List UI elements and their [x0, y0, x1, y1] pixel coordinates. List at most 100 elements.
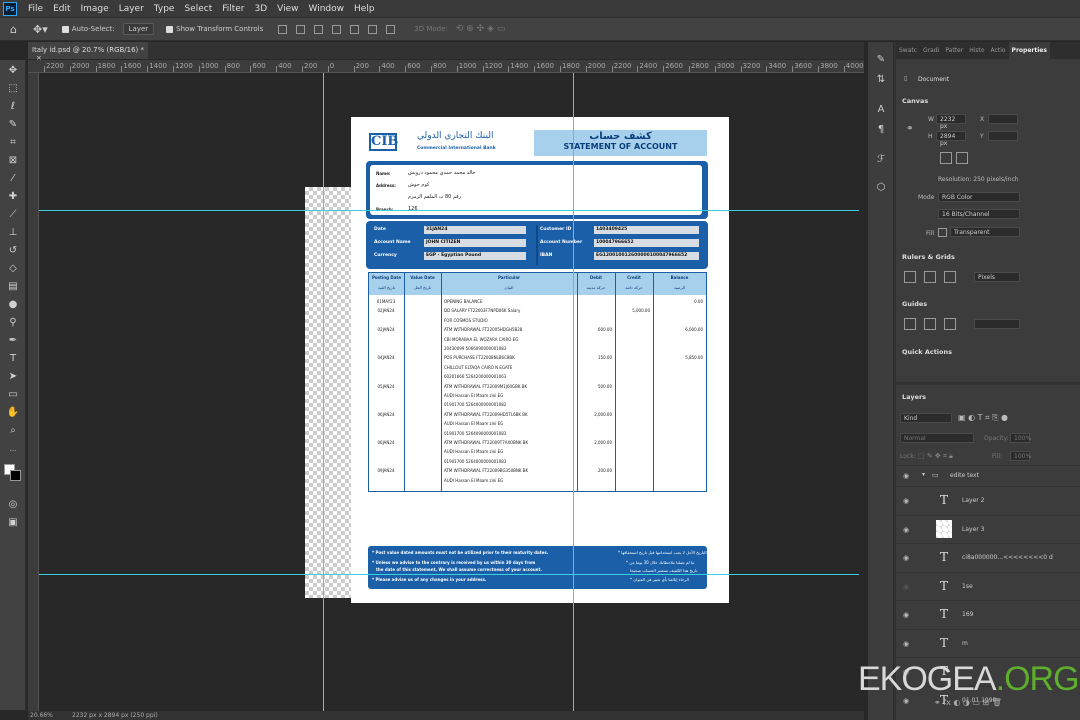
chevron-down-icon[interactable]: ▾: [922, 471, 925, 478]
marquee-tool-icon[interactable]: ⬚: [6, 82, 20, 96]
menu-view[interactable]: View: [272, 4, 303, 14]
canvas-section[interactable]: Canvas: [902, 97, 928, 105]
3d-tools-icon[interactable]: ⟲ ⊕ ✣ ◈ ▭: [456, 24, 506, 34]
menu-type[interactable]: Type: [149, 4, 180, 14]
guide-vertical[interactable]: [573, 73, 574, 711]
blur-tool-icon[interactable]: ●: [6, 298, 20, 312]
mode-dropdown[interactable]: RGB Color: [938, 192, 1020, 202]
zoom-level[interactable]: 20.66%: [30, 712, 53, 719]
screen-mode-icon[interactable]: ▣: [6, 516, 20, 530]
zoom-tool-icon[interactable]: ⌕: [6, 424, 20, 438]
lasso-tool-icon[interactable]: ℓ: [6, 100, 20, 114]
opacity-input[interactable]: 100%: [1010, 433, 1031, 443]
fill-opacity-input[interactable]: 100%: [1010, 451, 1031, 461]
rulers-grids-section[interactable]: Rulers & Grids: [902, 253, 955, 261]
guide-style-dropdown[interactable]: [974, 319, 1020, 329]
guide-horizontal[interactable]: [39, 574, 859, 575]
fill-dropdown[interactable]: Transparent: [950, 227, 1020, 237]
canvas-area[interactable]: CIB البنك التجاري الدولي Commercial Inte…: [39, 73, 859, 711]
guide-vertical[interactable]: [323, 73, 324, 711]
guide-horizontal[interactable]: [39, 210, 859, 211]
smart-guides-icon[interactable]: [924, 318, 936, 330]
character-icon[interactable]: A: [875, 104, 887, 116]
menu-filter[interactable]: Filter: [217, 4, 249, 14]
visibility-eye-icon[interactable]: ◉: [903, 472, 911, 480]
tab-gradients[interactable]: Gradi: [920, 42, 942, 59]
align-center-icon[interactable]: [350, 24, 360, 34]
tab-history[interactable]: Histo: [966, 42, 987, 59]
layer-row[interactable]: ◉ T 1se: [896, 571, 1080, 600]
layer-row[interactable]: ◉ Tm: [896, 628, 1080, 657]
auto-select-checkbox[interactable]: [61, 25, 69, 33]
eraser-tool-icon[interactable]: ◇: [6, 262, 20, 276]
grid-toggle-icon[interactable]: [924, 271, 936, 283]
menu-window[interactable]: Window: [304, 4, 350, 14]
blend-mode-dropdown[interactable]: Normal: [900, 433, 974, 443]
brush-settings-icon[interactable]: ✎: [875, 54, 887, 66]
guides-toggle-icon[interactable]: [904, 318, 916, 330]
guides-section[interactable]: Guides: [902, 300, 927, 308]
menu-help[interactable]: Help: [349, 4, 380, 14]
stamp-tool-icon[interactable]: ⊥: [6, 226, 20, 240]
visibility-eye-icon[interactable]: ◉: [903, 554, 911, 562]
eyedropper-tool-icon[interactable]: ⁄: [6, 172, 20, 186]
layer-row[interactable]: ◉ Layer 3: [896, 514, 1080, 543]
layer-row[interactable]: ◉ T 169: [896, 600, 1080, 628]
menu-image[interactable]: Image: [76, 4, 114, 14]
layers-title[interactable]: Layers: [902, 393, 926, 401]
visibility-eye-icon[interactable]: ◉: [903, 497, 911, 505]
pen-tool-icon[interactable]: ✒: [6, 334, 20, 348]
vertical-ruler[interactable]: [28, 73, 39, 711]
quick-actions-section[interactable]: Quick Actions: [902, 348, 952, 356]
menu-3d[interactable]: 3D: [250, 4, 273, 14]
move-tool-icon[interactable]: ✥▾: [33, 23, 48, 36]
visibility-eye-icon[interactable]: ◉: [903, 640, 911, 648]
history-brush-icon[interactable]: ↺: [6, 244, 20, 258]
layer-row[interactable]: ◉ Tci8a000000...<<<<<<<<0 d: [896, 543, 1080, 571]
layer-select-dropdown[interactable]: Layer: [122, 23, 155, 35]
more-tools-icon[interactable]: ···: [6, 444, 20, 458]
ruler-toggle-icon[interactable]: [904, 271, 916, 283]
move-tool-icon[interactable]: ✥: [6, 64, 20, 78]
lock-icons[interactable]: ⬚ ✎ ✥ ⌗ 🔒︎: [918, 452, 953, 461]
visibility-eye-icon[interactable]: ◉: [903, 583, 911, 591]
hand-tool-icon[interactable]: ✋: [6, 406, 20, 420]
menu-layer[interactable]: Layer: [114, 4, 149, 14]
3d-cube-icon[interactable]: ⬡: [875, 182, 887, 194]
y-input[interactable]: [988, 131, 1018, 141]
document-tab[interactable]: Italy id.psd @ 20.7% (RGB/16) * ×: [28, 42, 148, 62]
adjust-icon[interactable]: ⇅: [875, 74, 887, 86]
height-input[interactable]: 2894 px: [936, 131, 966, 147]
pixel-grid-icon[interactable]: [944, 271, 956, 283]
align-right-icon[interactable]: [368, 24, 378, 34]
brush-tool-icon[interactable]: ⟋: [6, 208, 20, 222]
paragraph-icon[interactable]: ¶: [875, 124, 887, 136]
menu-edit[interactable]: Edit: [48, 4, 75, 14]
menu-select[interactable]: Select: [179, 4, 217, 14]
glyphs-icon[interactable]: ℱ: [875, 154, 887, 166]
distribute-icon[interactable]: [386, 24, 396, 34]
bit-depth-dropdown[interactable]: 16 Bits/Channel: [938, 209, 1020, 219]
rectangle-tool-icon[interactable]: ▭: [6, 388, 20, 402]
gradient-tool-icon[interactable]: ▤: [6, 280, 20, 294]
crop-tool-icon[interactable]: ⌗: [6, 136, 20, 150]
portrait-icon[interactable]: [940, 152, 952, 164]
layer-footer-icons[interactable]: ⚭ fx ◐ ◑ ▭ ⊞ 🗑︎: [934, 698, 1002, 707]
quick-mask-icon[interactable]: ◎: [6, 498, 20, 512]
tab-patterns[interactable]: Patter: [942, 42, 966, 59]
dodge-tool-icon[interactable]: ⚲: [6, 316, 20, 330]
layer-filter-dropdown[interactable]: Kind: [900, 413, 952, 423]
home-icon[interactable]: ⌂: [10, 23, 17, 36]
layer-group-row[interactable]: ◉ ▾ ▭ edite text: [896, 465, 1080, 485]
fill-swatch[interactable]: [938, 228, 947, 237]
tab-actions[interactable]: Actio: [988, 42, 1009, 59]
healing-brush-icon[interactable]: ✚: [6, 190, 20, 204]
align-top-icon[interactable]: [278, 24, 288, 34]
tab-properties[interactable]: Properties: [1008, 42, 1050, 59]
align-bottom-icon[interactable]: [314, 24, 324, 34]
horizontal-ruler[interactable]: 2200 2000 1800 1600 1400 1200 1000 800 600 400 200…: [28, 60, 864, 73]
background-color-swatch[interactable]: [10, 470, 21, 481]
layer-row[interactable]: ◉ T Layer 2: [896, 486, 1080, 514]
tab-swatches[interactable]: Swatc: [896, 42, 920, 59]
path-select-icon[interactable]: ➤: [6, 370, 20, 384]
